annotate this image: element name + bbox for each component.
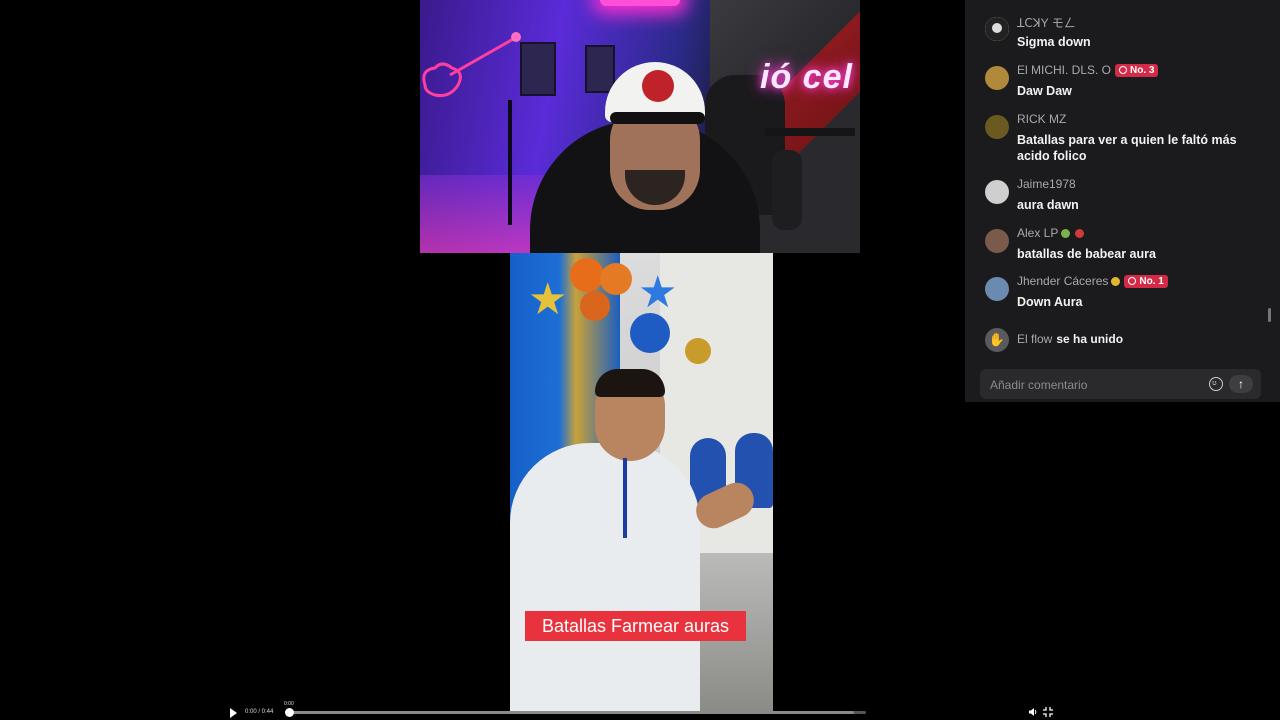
chat-username[interactable]: Jhender Cáceres <box>1017 274 1108 288</box>
man-hair <box>595 369 665 397</box>
chat-text: aura dawn <box>1017 198 1079 212</box>
exit-fullscreen-icon[interactable] <box>1043 707 1053 717</box>
clip-video[interactable]: ★ ★ Batallas Farmear auras <box>510 253 773 713</box>
wave-icon: ✋ <box>985 328 1009 352</box>
volume-icon[interactable] <box>1028 707 1038 717</box>
play-icon[interactable] <box>230 708 237 718</box>
mic-arm <box>765 128 855 136</box>
chat-username[interactable]: Alex LP <box>1017 226 1058 240</box>
time-display: 0:00 / 0:44 <box>245 709 274 715</box>
neon-sign: ió cel <box>760 58 853 96</box>
streamer-webcam: ió cel <box>420 0 860 253</box>
mic-stand <box>508 100 512 225</box>
rank-badge: No. 1 <box>1124 275 1168 288</box>
chat-username-row: Jhender Cáceres No. 1 <box>1017 274 1168 288</box>
chat-username[interactable]: ꓕꓚꓘY モㄥ <box>1017 14 1076 31</box>
ceiling-neon-light <box>600 0 680 6</box>
wall-poster <box>520 42 556 96</box>
chat-username[interactable]: El MICHI. DLS. O <box>1017 63 1111 77</box>
cap-brim <box>610 112 705 124</box>
chat-text: Batallas para ver a quien le faltó más a… <box>1017 133 1237 163</box>
clip-caption: Batallas Farmear auras <box>525 611 746 641</box>
man-shirt <box>510 443 700 713</box>
chat-text: Down Aura <box>1017 295 1083 309</box>
progress-knob[interactable] <box>285 708 294 717</box>
rank-badge-icon <box>1128 277 1137 285</box>
rank-badge-icon <box>1119 66 1128 74</box>
hover-time-tooltip: 0:00 <box>284 701 294 707</box>
chat-text: Sigma down <box>1017 35 1091 49</box>
avatar[interactable] <box>985 229 1009 253</box>
rank-badge-label: No. 3 <box>1130 65 1155 76</box>
rank-badge-label: No. 1 <box>1139 276 1164 287</box>
avatar[interactable] <box>985 17 1009 41</box>
red-emoji-icon <box>1075 229 1085 238</box>
rank-badge: No. 3 <box>1115 64 1159 77</box>
chat-username[interactable]: RICK MZ <box>1017 112 1066 126</box>
star-balloon: ★ <box>528 275 568 324</box>
buffered-bar <box>286 711 855 714</box>
balloon <box>600 263 632 295</box>
progress-bar[interactable] <box>285 708 866 717</box>
neon-guitar <box>422 32 521 97</box>
balloon <box>570 258 604 292</box>
comment-box: ↑ <box>980 369 1261 401</box>
avatar[interactable] <box>985 180 1009 204</box>
chat-text: Daw Daw <box>1017 84 1072 98</box>
avatar[interactable] <box>985 277 1009 301</box>
avatar[interactable] <box>985 115 1009 139</box>
bulls-logo <box>642 70 674 102</box>
player-controls: 0:00 / 0:44 0:00 <box>220 700 1060 720</box>
wall-poster <box>585 45 615 93</box>
chat-username-row: Alex LP <box>1017 226 1085 240</box>
join-text: El flow se ha unido <box>1017 332 1123 346</box>
live-chat-panel: ꓕꓚꓘY モㄥ Sigma down El MICHI. DLS. O No. 3… <box>965 0 1280 402</box>
balloon <box>630 313 670 353</box>
join-action: se ha unido <box>1056 332 1124 346</box>
star-balloon: ★ <box>638 268 678 317</box>
join-username[interactable]: El flow <box>1017 332 1052 346</box>
chat-username-row: El MICHI. DLS. O No. 3 <box>1017 63 1159 77</box>
emoji-picker-icon[interactable] <box>1209 377 1223 391</box>
balloon <box>685 338 711 364</box>
smile-emoji-icon <box>1111 277 1121 286</box>
microphone <box>772 150 802 230</box>
balloon <box>580 291 610 321</box>
chat-username[interactable]: Jaime1978 <box>1017 177 1076 191</box>
avatar[interactable] <box>985 66 1009 90</box>
chat-scrollbar[interactable] <box>1268 308 1271 322</box>
green-emoji-icon <box>1061 229 1071 238</box>
lanyard <box>623 458 627 538</box>
send-button[interactable]: ↑ <box>1229 375 1253 393</box>
chat-text: batallas de babear aura <box>1017 247 1156 261</box>
comment-input[interactable] <box>980 369 1202 401</box>
